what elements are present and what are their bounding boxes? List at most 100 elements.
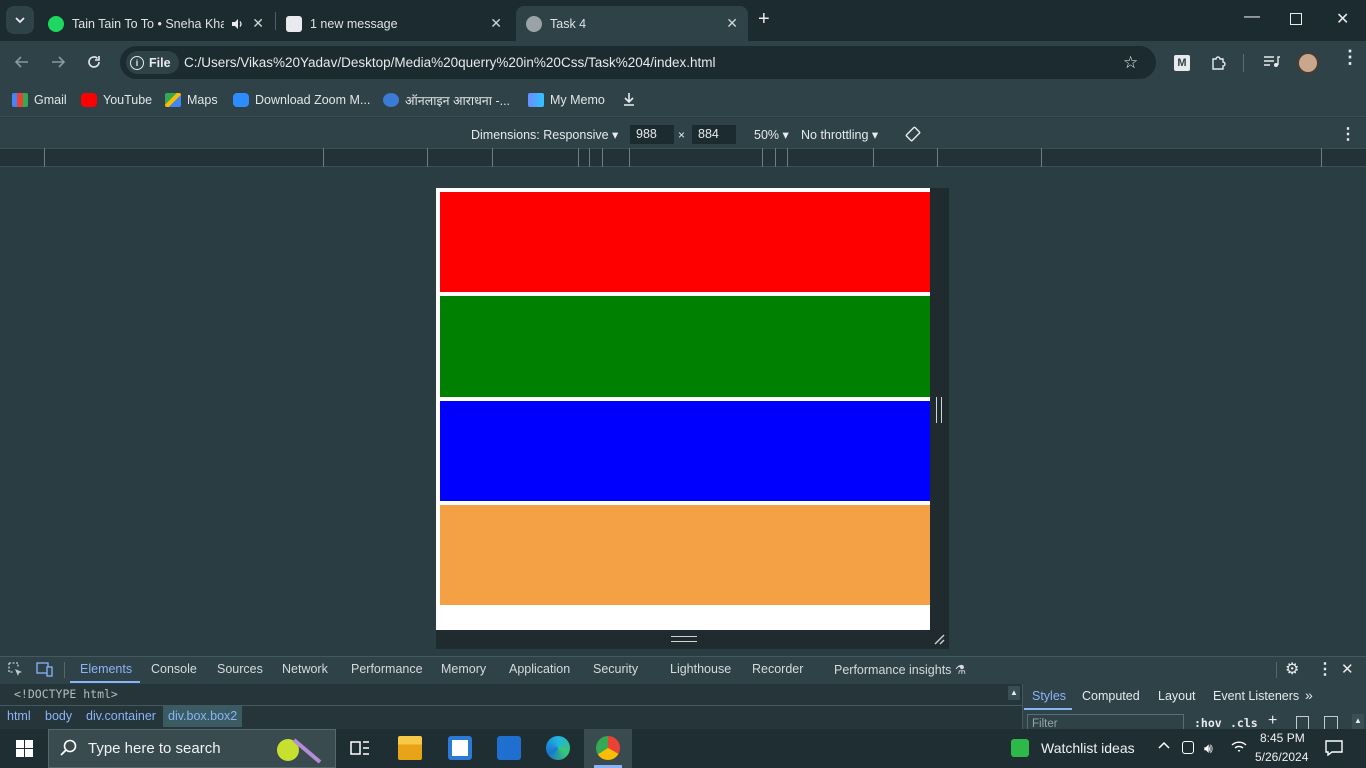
devtools-kebab-icon[interactable]: ⋮: [1317, 659, 1333, 679]
chrome-icon[interactable]: [596, 736, 620, 760]
wifi-icon[interactable]: [1231, 740, 1247, 754]
breadcrumb-body[interactable]: body: [45, 709, 72, 723]
bookmark-star-icon[interactable]: ☆: [1123, 53, 1138, 73]
tab-task4[interactable]: Task 4 ✕: [516, 6, 748, 41]
throttle-dropdown[interactable]: No throttling ▾: [801, 127, 878, 142]
device-options-kebab-icon[interactable]: ⋮: [1340, 124, 1356, 144]
devtools-tab-performance-insights[interactable]: Performance insights ⚗: [834, 662, 966, 677]
close-tab-icon[interactable]: ✕: [490, 15, 502, 32]
bookmark-mymemo[interactable]: My Memo: [528, 92, 605, 108]
reload-button[interactable]: [86, 54, 102, 70]
box-3[interactable]: [440, 401, 930, 501]
back-button[interactable]: [14, 54, 30, 70]
dimensions-dropdown[interactable]: Dimensions: Responsive ▾: [471, 127, 618, 142]
devtools-tab-lighthouse[interactable]: Lighthouse: [670, 662, 731, 676]
restore-button[interactable]: [1290, 13, 1302, 25]
webcam-icon[interactable]: [1182, 741, 1194, 754]
bookmark-zoom[interactable]: Download Zoom M...: [233, 92, 370, 108]
cls-toggle[interactable]: .cls: [1230, 716, 1258, 728]
site-info-chip[interactable]: i File: [126, 51, 179, 74]
sidebar-toggle-icon[interactable]: [1324, 716, 1338, 729]
print-style-icon[interactable]: [1296, 716, 1309, 729]
scroll-up-icon[interactable]: ▲: [1352, 714, 1364, 729]
side-tab-styles[interactable]: Styles: [1032, 689, 1066, 703]
bottom-resize-handle[interactable]: [671, 636, 697, 642]
ruler-mark: [629, 148, 630, 167]
close-devtools-icon[interactable]: ✕: [1341, 660, 1354, 678]
devtools-tab-performance[interactable]: Performance: [351, 662, 423, 676]
speaker-icon[interactable]: [230, 17, 244, 31]
tab-message[interactable]: 1 new message ✕: [276, 6, 512, 41]
clock-time[interactable]: 8:45 PM: [1260, 731, 1305, 745]
mail-icon[interactable]: [497, 736, 521, 760]
height-input[interactable]: 884: [692, 125, 736, 144]
settings-gear-icon[interactable]: ⚙: [1285, 659, 1299, 679]
zoom-dropdown[interactable]: 50% ▾: [754, 127, 789, 142]
file-explorer-icon[interactable]: [398, 736, 422, 760]
devtools-tab-application[interactable]: Application: [509, 662, 570, 676]
box-4[interactable]: [440, 505, 930, 605]
styles-filter-input[interactable]: Filter: [1027, 714, 1184, 729]
notifications-icon[interactable]: [1325, 740, 1343, 756]
task-view-icon[interactable]: [348, 736, 372, 760]
breadcrumb-container[interactable]: div.container: [86, 709, 156, 723]
new-tab-button[interactable]: +: [758, 8, 770, 31]
box-1[interactable]: [440, 192, 930, 292]
volume-icon[interactable]: 🔊︎: [1204, 740, 1213, 757]
watchlist-label[interactable]: Watchlist ideas: [1041, 740, 1135, 756]
add-rule-icon[interactable]: +: [1268, 712, 1277, 729]
forward-button[interactable]: [50, 54, 66, 70]
edge-icon[interactable]: [546, 736, 570, 760]
box-2[interactable]: [440, 296, 930, 397]
device-toggle-icon[interactable]: [36, 662, 53, 677]
close-tab-icon[interactable]: ✕: [726, 15, 738, 32]
media-query-ruler[interactable]: [0, 148, 1366, 167]
microsoft-store-icon[interactable]: [448, 736, 472, 760]
inspect-element-icon[interactable]: [8, 662, 23, 677]
right-resize-handle[interactable]: [936, 397, 942, 423]
extension-m-icon[interactable]: M: [1174, 55, 1190, 71]
bookmark-label: ऑनलाइन आराधना -...: [405, 93, 511, 108]
scroll-up-icon[interactable]: ▲: [1008, 686, 1020, 700]
download-icon[interactable]: [622, 92, 636, 107]
windows-start-icon[interactable]: [16, 740, 33, 757]
close-window-button[interactable]: ✕: [1336, 9, 1349, 29]
clock-date[interactable]: 5/26/2024: [1255, 750, 1308, 764]
devtools-tab-sources[interactable]: Sources: [217, 662, 263, 676]
tab-search-button[interactable]: [6, 6, 34, 34]
devtools-tab-recorder[interactable]: Recorder: [752, 662, 803, 676]
minimize-button[interactable]: —: [1244, 8, 1260, 26]
devtools-tab-memory[interactable]: Memory: [441, 662, 486, 676]
devtools-tab-network[interactable]: Network: [282, 662, 328, 676]
bookmark-label: YouTube: [103, 93, 153, 107]
devtools-tab-console[interactable]: Console: [151, 662, 197, 676]
watchlist-icon[interactable]: [1011, 739, 1029, 757]
caret-down-icon: ▾: [871, 128, 879, 142]
side-tab-event-listeners[interactable]: Event Listeners: [1213, 689, 1299, 703]
tab-spotify[interactable]: Tain Tain To To • Sneha Khan ✕: [38, 6, 274, 41]
avatar[interactable]: [1297, 52, 1319, 74]
close-tab-icon[interactable]: ✕: [252, 15, 264, 32]
menu-kebab-icon[interactable]: ⋮: [1341, 48, 1359, 66]
rotate-icon[interactable]: [904, 125, 922, 143]
bookmark-label: Maps: [187, 93, 218, 107]
bookmark-youtube[interactable]: YouTube: [81, 92, 152, 108]
media-control-icon[interactable]: [1263, 55, 1280, 69]
more-tabs-chevron-icon[interactable]: »: [1305, 687, 1313, 703]
doctype-line[interactable]: <!DOCTYPE html>: [14, 687, 118, 701]
hov-toggle[interactable]: :hov: [1194, 716, 1222, 728]
url-text[interactable]: C:/Users/Vikas%20Yadav/Desktop/Media%20q…: [184, 55, 716, 70]
breadcrumb-html[interactable]: html: [7, 709, 31, 723]
bookmark-aradhana[interactable]: ऑनलाइन आराधना -...: [383, 92, 510, 108]
devtools-tab-security[interactable]: Security: [593, 662, 638, 676]
bookmark-maps[interactable]: Maps: [165, 92, 218, 108]
width-input[interactable]: 988: [630, 125, 674, 144]
corner-resize-handle[interactable]: [933, 633, 945, 645]
breadcrumb-box2[interactable]: div.box.box2: [163, 706, 243, 727]
extensions-puzzle-icon[interactable]: [1210, 54, 1227, 71]
side-tab-computed[interactable]: Computed: [1082, 689, 1140, 703]
tray-chevron-up-icon[interactable]: [1157, 739, 1171, 753]
bookmark-gmail[interactable]: Gmail: [12, 92, 67, 108]
devtools-tab-elements[interactable]: Elements: [80, 662, 132, 676]
side-tab-layout[interactable]: Layout: [1158, 689, 1196, 703]
